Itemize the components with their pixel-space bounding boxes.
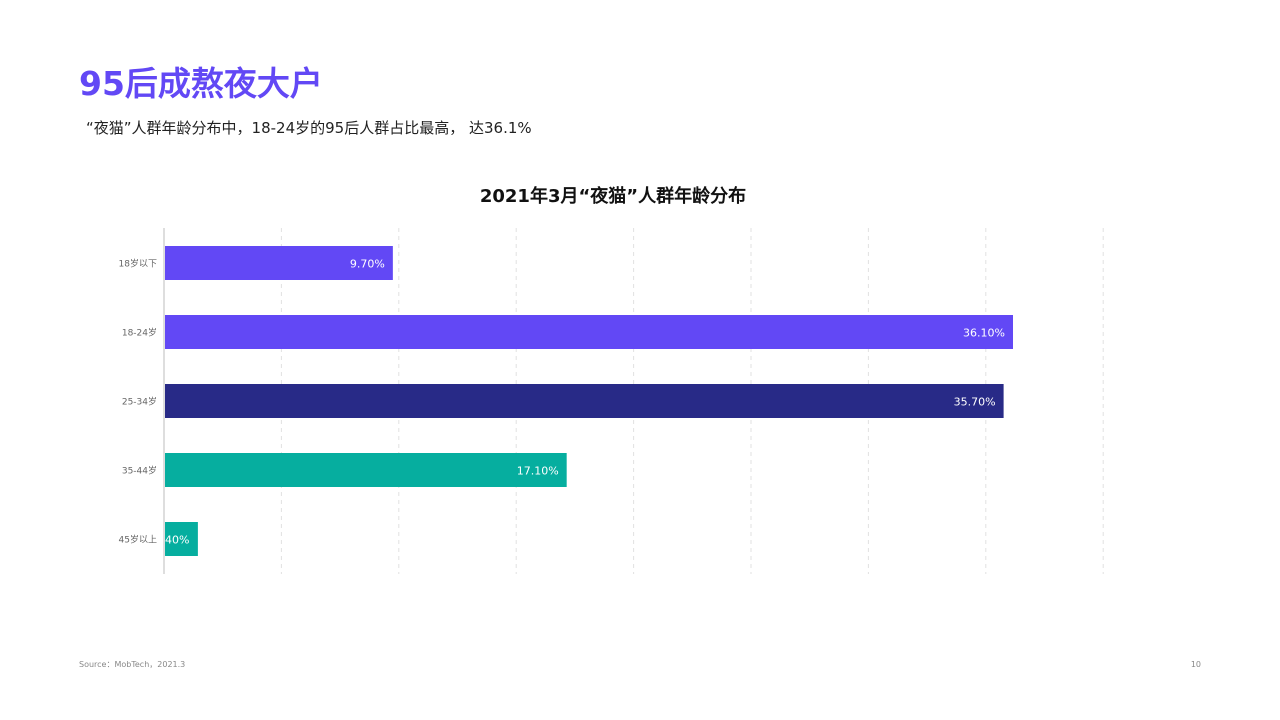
data-label: 9.70% — [350, 258, 385, 271]
age-distribution-chart: 18岁以下 9.70% 18-24岁 36.10% 25-34岁 35.70% 35-44岁… — [119, 228, 1104, 574]
bar — [165, 315, 1013, 349]
category-label: 25-34岁 — [122, 396, 157, 408]
data-label: 17.10% — [517, 465, 559, 478]
source-note: Source：MobTech，2021.3 — [79, 660, 186, 669]
page-number: 10 — [1190, 660, 1201, 669]
data-label: 35.70% — [954, 396, 996, 409]
category-label: 35-44岁 — [122, 465, 157, 477]
bar — [165, 453, 567, 487]
category-label: 45岁以上 — [119, 534, 157, 546]
bar — [165, 384, 1004, 418]
data-label: 40% — [165, 534, 189, 547]
category-label: 18-24岁 — [122, 327, 157, 339]
data-label: 36.10% — [963, 327, 1005, 340]
category-label: 18岁以下 — [119, 258, 157, 270]
